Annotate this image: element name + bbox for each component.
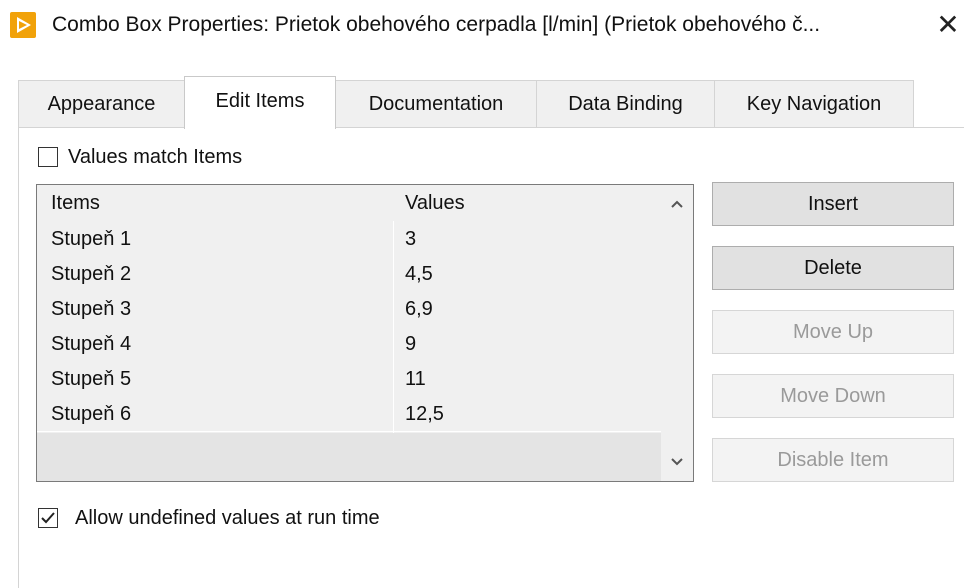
value-cell[interactable]: 3 [405, 221, 416, 256]
labview-run-arrow-icon [10, 12, 36, 38]
allow-undefined-label: Allow undefined values at run time [75, 507, 380, 529]
values-match-items-checkbox[interactable] [38, 147, 58, 167]
move-up-button[interactable]: Move Up [712, 310, 954, 354]
title-bar: Combo Box Properties: Prietok obehového … [0, 0, 975, 56]
item-cell[interactable]: Stupeň 3 [51, 291, 131, 326]
list-empty-row[interactable] [37, 433, 661, 481]
value-cell[interactable]: 6,9 [405, 291, 433, 326]
value-cell[interactable]: 9 [405, 326, 416, 361]
scroll-down-icon[interactable] [661, 447, 693, 477]
value-cell[interactable]: 12,5 [405, 396, 444, 431]
list-scrollbar[interactable] [661, 185, 693, 481]
allow-undefined-checkbox[interactable] [38, 508, 58, 528]
tab-edit-items[interactable]: Edit Items [184, 76, 336, 129]
values-match-items-label: Values match Items [68, 146, 243, 168]
list-header: Items Values [37, 185, 661, 222]
disable-item-button[interactable]: Disable Item [712, 438, 954, 482]
tab-key-navigation[interactable]: Key Navigation [714, 80, 914, 127]
insert-button[interactable]: Insert [712, 182, 954, 226]
item-cell[interactable]: Stupeň 2 [51, 256, 131, 291]
items-values-list[interactable]: Items Values Stupeň 1 3 Stupeň 2 4,5 Stu… [36, 184, 694, 482]
list-row[interactable]: Stupeň 2 4,5 [37, 256, 661, 292]
tab-documentation[interactable]: Documentation [335, 80, 537, 127]
move-down-button[interactable]: Move Down [712, 374, 954, 418]
value-cell[interactable]: 4,5 [405, 256, 433, 291]
list-row[interactable]: Stupeň 6 12,5 [37, 396, 661, 432]
item-cell[interactable]: Stupeň 6 [51, 396, 131, 431]
value-cell[interactable]: 11 [405, 361, 426, 396]
column-header-items[interactable]: Items [51, 185, 100, 220]
list-row[interactable]: Stupeň 4 9 [37, 326, 661, 362]
window-title: Combo Box Properties: Prietok obehového … [52, 13, 821, 36]
close-icon[interactable]: ✕ [931, 8, 965, 42]
column-header-values[interactable]: Values [405, 185, 465, 220]
delete-button[interactable]: Delete [712, 246, 954, 290]
item-cell[interactable]: Stupeň 1 [51, 221, 131, 256]
list-row[interactable]: Stupeň 3 6,9 [37, 291, 661, 327]
scroll-up-icon[interactable] [661, 189, 693, 219]
item-cell[interactable]: Stupeň 5 [51, 361, 131, 396]
tab-strip: Appearance Edit Items Documentation Data… [18, 76, 918, 129]
column-divider [393, 221, 394, 433]
tab-data-binding[interactable]: Data Binding [536, 80, 715, 127]
list-row[interactable]: Stupeň 1 3 [37, 221, 661, 257]
list-row[interactable]: Stupeň 5 11 [37, 361, 661, 397]
tab-appearance[interactable]: Appearance [18, 80, 185, 127]
item-cell[interactable]: Stupeň 4 [51, 326, 131, 361]
checkmark-icon [41, 512, 55, 524]
